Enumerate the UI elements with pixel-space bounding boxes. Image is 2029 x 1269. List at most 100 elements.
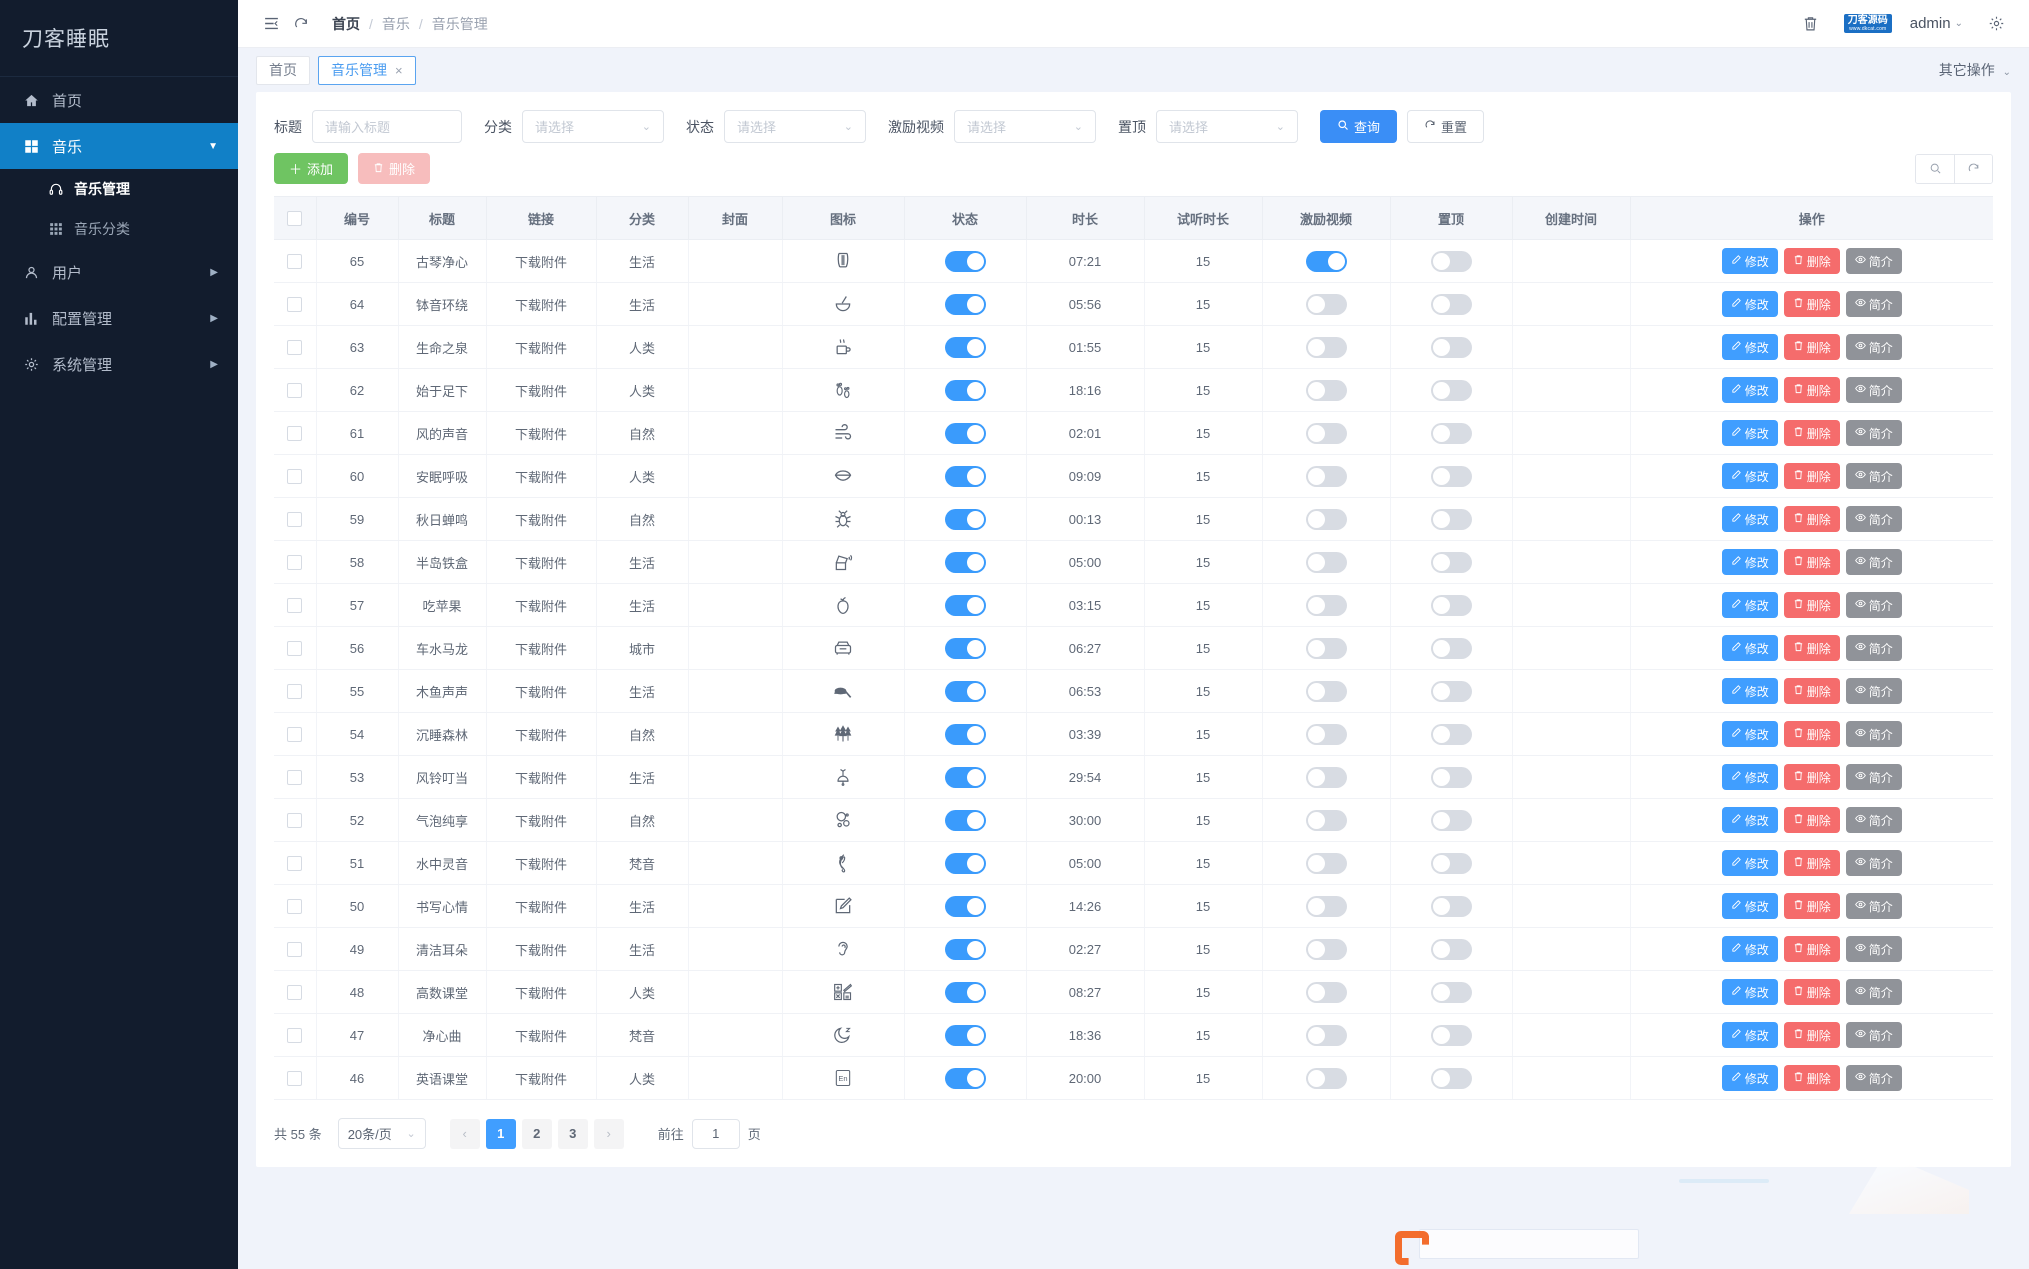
reward-video-toggle[interactable] <box>1305 852 1347 874</box>
row-edit-button[interactable]: 修改 <box>1721 420 1778 446</box>
row-checkbox[interactable] <box>287 297 303 313</box>
reward-video-toggle[interactable] <box>1305 293 1347 315</box>
cell-link[interactable]: 下载附件 <box>485 239 596 283</box>
cell-link[interactable]: 下载附件 <box>485 626 596 670</box>
row-edit-button[interactable]: 修改 <box>1721 248 1778 274</box>
row-delete-button[interactable]: 删除 <box>1783 420 1840 446</box>
row-checkbox[interactable] <box>287 856 303 872</box>
row-edit-button[interactable]: 修改 <box>1721 1065 1778 1091</box>
pin-toggle[interactable] <box>1430 981 1472 1003</box>
cell-link[interactable]: 下载附件 <box>485 1013 596 1057</box>
status-toggle[interactable] <box>944 637 986 659</box>
add-button[interactable]: ＋ 添加 <box>274 153 349 184</box>
cell-link[interactable]: 下载附件 <box>485 712 596 756</box>
status-toggle[interactable] <box>944 250 986 272</box>
row-edit-button[interactable]: 修改 <box>1721 334 1778 360</box>
status-toggle[interactable] <box>944 895 986 917</box>
status-toggle[interactable] <box>944 680 986 702</box>
row-edit-button[interactable]: 修改 <box>1721 635 1778 661</box>
status-toggle[interactable] <box>944 336 986 358</box>
row-info-button[interactable]: 简介 <box>1845 1065 1902 1091</box>
row-delete-button[interactable]: 删除 <box>1783 850 1840 876</box>
row-delete-button[interactable]: 删除 <box>1783 807 1840 833</box>
reward-video-toggle[interactable] <box>1305 981 1347 1003</box>
status-toggle[interactable] <box>944 723 986 745</box>
prev-page-button[interactable]: ‹ <box>449 1118 480 1149</box>
search-button[interactable]: 查询 <box>1320 110 1398 143</box>
category-select[interactable]: 请选择 ⌄ <box>522 110 664 143</box>
row-checkbox[interactable] <box>287 813 303 829</box>
sidebar-item-user[interactable]: 用户 ▶ <box>0 249 238 295</box>
row-delete-button[interactable]: 删除 <box>1783 1022 1840 1048</box>
row-edit-button[interactable]: 修改 <box>1721 377 1778 403</box>
status-toggle[interactable] <box>944 465 986 487</box>
row-checkbox[interactable] <box>287 254 303 270</box>
row-info-button[interactable]: 简介 <box>1845 721 1902 747</box>
pin-toggle[interactable] <box>1430 938 1472 960</box>
row-checkbox[interactable] <box>287 727 303 743</box>
row-checkbox[interactable] <box>287 641 303 657</box>
cell-link[interactable]: 下载附件 <box>485 884 596 928</box>
next-page-button[interactable]: › <box>593 1118 624 1149</box>
row-info-button[interactable]: 简介 <box>1845 850 1902 876</box>
row-info-button[interactable]: 简介 <box>1845 592 1902 618</box>
cell-link[interactable]: 下载附件 <box>485 411 596 455</box>
pin-toggle[interactable] <box>1430 293 1472 315</box>
reward-video-toggle[interactable] <box>1305 809 1347 831</box>
row-info-button[interactable]: 简介 <box>1845 936 1902 962</box>
reward-video-toggle[interactable] <box>1305 766 1347 788</box>
tab-home[interactable]: 首页 <box>256 55 310 85</box>
row-info-button[interactable]: 简介 <box>1845 549 1902 575</box>
row-info-button[interactable]: 简介 <box>1845 635 1902 661</box>
pin-toggle[interactable] <box>1430 723 1472 745</box>
row-delete-button[interactable]: 删除 <box>1783 248 1840 274</box>
reward-video-toggle[interactable] <box>1305 250 1347 272</box>
cell-link[interactable]: 下载附件 <box>485 927 596 971</box>
reward-video-toggle[interactable] <box>1305 895 1347 917</box>
reward-video-toggle[interactable] <box>1305 508 1347 530</box>
cell-link[interactable]: 下载附件 <box>485 583 596 627</box>
cell-link[interactable]: 下载附件 <box>485 755 596 799</box>
pin-toggle[interactable] <box>1430 594 1472 616</box>
page-jump-input[interactable]: 1 <box>691 1118 740 1149</box>
page-button-3[interactable]: 3 <box>557 1118 588 1149</box>
cell-link[interactable]: 下载附件 <box>485 1056 596 1100</box>
close-icon[interactable]: × <box>395 63 403 78</box>
row-info-button[interactable]: 简介 <box>1845 807 1902 833</box>
other-actions-dropdown[interactable]: 其它操作 ⌄ <box>1939 60 2011 80</box>
row-edit-button[interactable]: 修改 <box>1721 764 1778 790</box>
status-toggle[interactable] <box>944 594 986 616</box>
pin-select[interactable]: 请选择 ⌄ <box>1156 110 1298 143</box>
title-input[interactable]: 请输入标题 <box>312 110 462 143</box>
cell-link[interactable]: 下载附件 <box>485 454 596 498</box>
row-edit-button[interactable]: 修改 <box>1721 463 1778 489</box>
row-checkbox[interactable] <box>287 942 303 958</box>
page-button-1[interactable]: 1 <box>485 1118 516 1149</box>
pin-toggle[interactable] <box>1430 809 1472 831</box>
collapse-menu-icon[interactable] <box>256 9 286 39</box>
row-edit-button[interactable]: 修改 <box>1721 1022 1778 1048</box>
pin-toggle[interactable] <box>1430 551 1472 573</box>
row-edit-button[interactable]: 修改 <box>1721 291 1778 317</box>
page-size-select[interactable]: 20条/页 ⌄ <box>337 1118 426 1149</box>
cell-link[interactable]: 下载附件 <box>485 325 596 369</box>
pin-toggle[interactable] <box>1430 508 1472 530</box>
row-edit-button[interactable]: 修改 <box>1721 893 1778 919</box>
row-edit-button[interactable]: 修改 <box>1721 506 1778 532</box>
row-checkbox[interactable] <box>287 985 303 1001</box>
trash-icon[interactable] <box>1796 9 1826 39</box>
tab-music-manage[interactable]: 音乐管理 × <box>318 55 416 85</box>
row-info-button[interactable]: 简介 <box>1845 678 1902 704</box>
status-toggle[interactable] <box>944 852 986 874</box>
cell-link[interactable]: 下载附件 <box>485 669 596 713</box>
row-info-button[interactable]: 简介 <box>1845 420 1902 446</box>
sidebar-subitem-music-manage[interactable]: 音乐管理 <box>0 169 238 209</box>
reward-video-toggle[interactable] <box>1305 465 1347 487</box>
status-toggle[interactable] <box>944 938 986 960</box>
reward-video-toggle[interactable] <box>1305 551 1347 573</box>
row-checkbox[interactable] <box>287 1071 303 1087</box>
row-checkbox[interactable] <box>287 383 303 399</box>
row-checkbox[interactable] <box>287 469 303 485</box>
reward-video-toggle[interactable] <box>1305 336 1347 358</box>
reward-video-toggle[interactable] <box>1305 680 1347 702</box>
